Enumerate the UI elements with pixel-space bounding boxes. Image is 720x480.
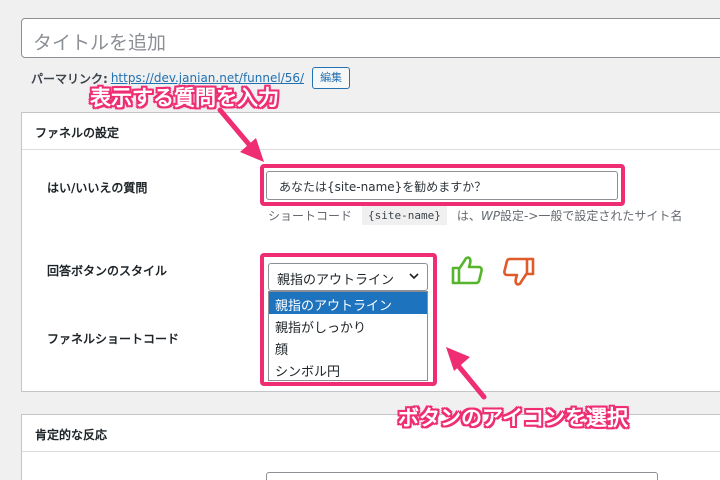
question-arrow-icon	[217, 107, 264, 162]
funnel-shortcode-label: ファネルショートコード	[47, 332, 180, 346]
hint-mid: は、	[456, 209, 481, 223]
question-highlight	[260, 164, 625, 206]
style-highlight	[260, 253, 437, 386]
style-callout: ボタンのアイコンを選択	[398, 406, 628, 430]
permalink-edit-button[interactable]: 編集	[312, 67, 351, 89]
hint-code: {site-name}	[362, 206, 447, 225]
hint-suffix: 設定->一般で設定されたサイト名	[500, 209, 683, 223]
positive-reaction-input[interactable]	[266, 472, 658, 480]
thumbs-down-outline-icon[interactable]	[502, 256, 536, 292]
shortcode-hint: ショートコード {site-name} は、 WP 設定->一般で設定されたサイ…	[268, 206, 682, 225]
title-input[interactable]: タイトルを追加	[21, 18, 720, 58]
button-style-label: 回答ボタンのスタイル	[47, 264, 168, 278]
thumbs-up-outline-icon[interactable]	[450, 254, 484, 290]
hint-wp: WP	[480, 208, 500, 223]
question-label: はい/いいえの質問	[47, 181, 148, 195]
style-arrow-icon	[446, 347, 487, 400]
hint-prefix: ショートコード	[268, 209, 353, 223]
funnel-settings-heading[interactable]: ファネルの設定	[22, 113, 720, 150]
